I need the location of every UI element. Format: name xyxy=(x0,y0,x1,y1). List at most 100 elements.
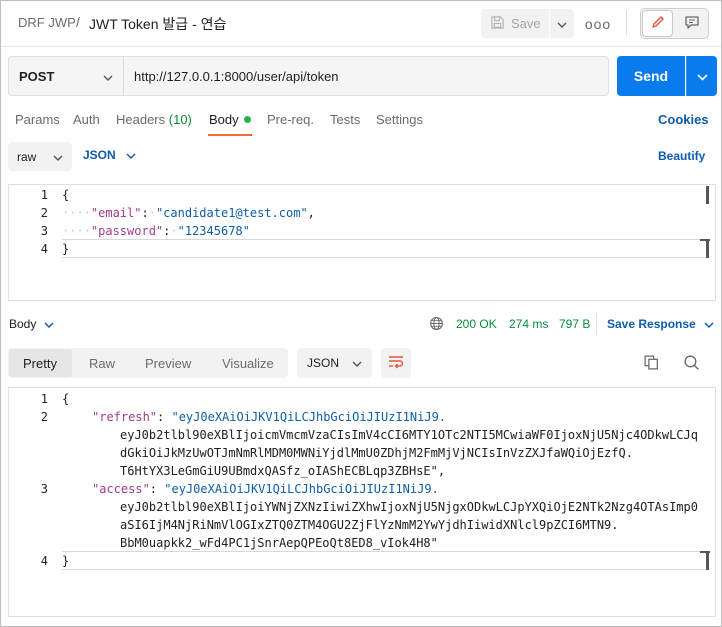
json-key-email: "email" xyxy=(90,206,142,220)
comment-icon xyxy=(684,14,700,33)
tab-body-label: Body xyxy=(209,112,239,127)
status-code[interactable]: 200 OK xyxy=(456,317,497,331)
save-icon xyxy=(490,15,505,33)
json-key-password: "password" xyxy=(90,224,164,238)
tab-visualize[interactable]: Visualize xyxy=(222,356,274,371)
chevron-down-icon xyxy=(103,69,113,84)
line-number: 2 xyxy=(40,410,48,424)
response-section-select[interactable]: Body xyxy=(9,317,54,331)
url-input[interactable]: http://127.0.0.1:8000/user/api/token xyxy=(123,56,609,96)
chevron-down-icon xyxy=(704,317,714,331)
json-value-access-part: BbM0uapkk2_wFd4PC1jSnrAepQPEoQt8ED8_vIok… xyxy=(120,536,438,550)
code-line-refresh: "refresh": "eyJ0eXAiOiJKV1QiLCJhbGciOiJI… xyxy=(92,410,447,424)
json-value-refresh-part: T6HtYX3LeGmGiU9UBmdxQASfz_oIAShECBLqp3ZB… xyxy=(120,464,446,478)
json-value-refresh-part: eyJ0b2tlbl90eXBlIjoicmVmcmVzaCIsImV4cCI6… xyxy=(120,428,698,442)
method-label: POST xyxy=(19,68,55,84)
tab-settings[interactable]: Settings xyxy=(376,112,423,127)
code-open-brace: { xyxy=(62,188,70,202)
tab-pretty[interactable]: Pretty xyxy=(23,356,57,371)
json-value-access-part: eyJ0b2tlbl90eXBlIjoiYWNjZXNzIiwiZXhwIjox… xyxy=(120,500,698,514)
save-options-button[interactable] xyxy=(550,9,574,38)
scrollbar-marker[interactable] xyxy=(706,240,709,258)
scrollbar-tick xyxy=(700,239,710,241)
url-text: http://127.0.0.1:8000/user/api/token xyxy=(134,68,339,84)
tab-headers[interactable]: Headers (10) xyxy=(116,112,192,127)
send-label: Send xyxy=(633,68,669,84)
chevron-down-icon xyxy=(352,356,362,370)
tab-raw[interactable]: Raw xyxy=(89,356,115,371)
documentation-mode-button[interactable] xyxy=(676,10,707,37)
code-line-access: "access": "eyJ0eXAiOiJKV1QiLCJhbGciOiJIU… xyxy=(92,482,439,496)
code-line-email: ····"email":·"candidate1@test.com", xyxy=(62,206,315,220)
current-line-highlight xyxy=(62,239,706,258)
body-language-select[interactable]: JSON xyxy=(83,148,136,162)
body-mode-select[interactable]: raw xyxy=(8,142,72,171)
chevron-down-icon xyxy=(126,148,136,162)
tab-body[interactable]: Body xyxy=(209,112,251,127)
tab-prereq[interactable]: Pre-req. xyxy=(267,112,314,127)
status-divider xyxy=(596,313,597,335)
tab-params[interactable]: Params xyxy=(15,112,60,127)
line-number: 3 xyxy=(40,224,48,238)
tab-headers-label: Headers xyxy=(116,112,166,127)
chevron-down-icon xyxy=(53,150,63,164)
response-section-label: Body xyxy=(9,317,37,331)
edit-mode-button[interactable] xyxy=(642,10,673,37)
current-line-highlight xyxy=(62,551,706,570)
line-number: 3 xyxy=(40,482,48,496)
scrollbar-marker[interactable] xyxy=(706,552,709,570)
send-button[interactable]: Send xyxy=(617,56,685,96)
tab-tests[interactable]: Tests xyxy=(330,112,360,127)
wrap-lines-button[interactable] xyxy=(381,348,411,378)
json-value-refresh-part: "eyJ0eXAiOiJKV1QiLCJhbGciOiJIUzI1NiJ9. xyxy=(171,410,447,424)
scrollbar-marker[interactable] xyxy=(706,186,709,204)
method-select[interactable]: POST xyxy=(8,56,124,96)
tab-auth[interactable]: Auth xyxy=(73,112,100,127)
json-key-access: "access" xyxy=(92,482,150,496)
tab-preview[interactable]: Preview xyxy=(145,356,191,371)
request-title[interactable]: JWT Token 발급 - 연습 xyxy=(89,14,226,34)
chevron-down-icon xyxy=(696,69,708,84)
response-time[interactable]: 274 ms xyxy=(509,317,548,331)
copy-icon[interactable] xyxy=(643,354,660,374)
response-size[interactable]: 797 B xyxy=(559,317,590,331)
scrollbar-tick xyxy=(700,551,710,553)
chevron-down-icon xyxy=(44,317,54,331)
body-language-label: JSON xyxy=(83,148,116,162)
save-response-button[interactable]: Save Response xyxy=(607,317,714,331)
json-key-refresh: "refresh" xyxy=(92,410,158,424)
pencil-icon xyxy=(650,14,666,33)
header-divider xyxy=(626,10,627,36)
body-mode-label: raw xyxy=(17,149,37,164)
breadcrumb-collection[interactable]: DRF JWP xyxy=(18,15,76,30)
json-value-email: "candidate1@test.com" xyxy=(155,206,308,220)
save-response-label: Save Response xyxy=(607,317,696,331)
json-value-password: "12345678" xyxy=(177,224,250,238)
cookies-link[interactable]: Cookies xyxy=(658,112,709,127)
headers-count-badge: (10) xyxy=(168,112,192,127)
save-label: Save xyxy=(511,16,541,31)
line-number: 2 xyxy=(40,206,48,220)
line-number: 4 xyxy=(40,242,48,256)
more-options-button[interactable]: ooo xyxy=(584,9,612,38)
globe-icon[interactable] xyxy=(429,316,444,334)
send-options-button[interactable] xyxy=(686,56,717,96)
more-icon: ooo xyxy=(584,15,612,32)
code-close-brace: } xyxy=(62,242,70,256)
json-value-access-part: aSI6IjM4NjRiNmVlOGIxZTQ0ZTM4OGU2ZjFlYzNm… xyxy=(120,518,619,532)
json-value-refresh-part: dGkiOiJkMzUwOTJmNmRlMDM0MWNiYjdlMmU0ZDhj… xyxy=(120,446,633,460)
response-format-select[interactable]: JSON xyxy=(297,348,372,378)
search-icon[interactable] xyxy=(683,354,700,374)
line-number: 4 xyxy=(40,554,48,568)
code-open-brace: { xyxy=(62,392,70,406)
code-close-brace: } xyxy=(62,554,70,568)
save-button[interactable]: Save xyxy=(481,9,549,38)
beautify-link[interactable]: Beautify xyxy=(658,149,705,163)
chevron-down-icon xyxy=(557,16,567,31)
wrap-icon xyxy=(388,355,404,372)
body-indicator-dot xyxy=(243,116,251,123)
active-tab-indicator xyxy=(208,134,252,136)
breadcrumb-separator: / xyxy=(76,14,80,30)
header-divider-line xyxy=(1,46,721,47)
code-line-password: ····"password":·"12345678" xyxy=(62,224,250,238)
